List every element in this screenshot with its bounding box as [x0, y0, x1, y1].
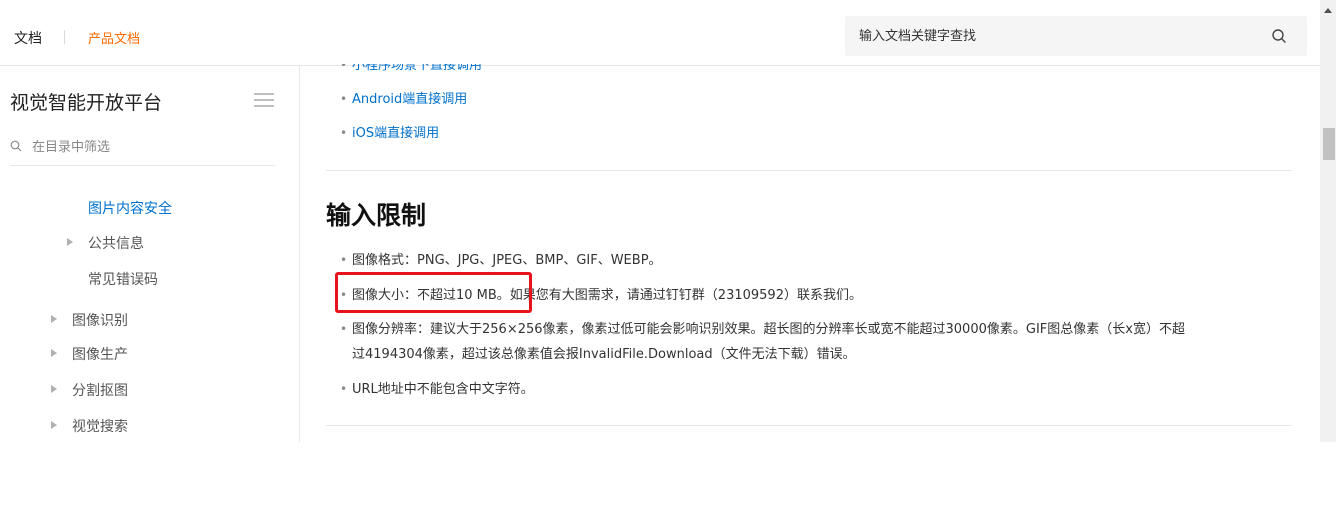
doc-search-input[interactable] — [859, 16, 1259, 56]
bullet-image-format: 图像格式：PNG、JPG、JPEG、BMP、GIF、WEBP。 — [352, 253, 662, 268]
caret-right-icon[interactable] — [51, 385, 57, 393]
list-item: • Android端直接调用 — [340, 92, 468, 107]
page-scrollbar[interactable] — [1320, 0, 1336, 442]
section-title: 输入限制 — [326, 201, 427, 230]
sidebar-title[interactable]: 视觉智能开放平台 — [10, 88, 162, 115]
caret-right-icon[interactable] — [51, 315, 57, 323]
sidebar-item-image-content-security[interactable]: 图片内容安全 — [88, 198, 172, 218]
link-ios-call[interactable]: iOS端直接调用 — [352, 126, 439, 141]
link-android-call[interactable]: Android端直接调用 — [352, 92, 467, 107]
list-item: • 图像分辨率：建议大于256×256像素，像素过低可能会影响识别效果。超长图的分… — [340, 322, 1185, 337]
product-docs-link[interactable]: 产品文档 — [88, 28, 140, 47]
bullet-image-resolution: 图像分辨率：建议大于256×256像素，像素过低可能会影响识别效果。超长图的分辨… — [352, 322, 1185, 337]
sidebar-item-image-recognition[interactable]: 图像识别 — [72, 310, 128, 330]
doc-search-box — [845, 16, 1307, 56]
sidebar-item-visual-search[interactable]: 视觉搜索 — [72, 416, 128, 436]
sidebar-item-segmentation[interactable]: 分割抠图 — [72, 380, 128, 400]
bullet-url-chars: URL地址中不能包含中文字符。 — [352, 382, 534, 397]
list-item: • URL地址中不能包含中文字符。 — [340, 382, 534, 397]
sidebar-filter-input[interactable] — [32, 132, 262, 162]
sidebar: 视觉智能开放平台 图片内容安全 公共信息 常见错误码 图像识别 图像生产 分割抠… — [0, 66, 300, 442]
caret-right-icon[interactable] — [51, 421, 57, 429]
caret-right-icon[interactable] — [67, 238, 73, 246]
sidebar-item-error-codes[interactable]: 常见错误码 — [88, 269, 158, 289]
section-divider — [326, 425, 1292, 426]
scrollbar-thumb[interactable] — [1323, 128, 1335, 160]
docs-brand-link[interactable]: 文档 — [14, 28, 42, 48]
search-icon — [10, 140, 22, 152]
menu-icon[interactable] — [254, 92, 274, 108]
topbar-divider — [64, 30, 65, 44]
top-bar: 文档 产品文档 — [0, 0, 1320, 66]
list-item-continuation: 过4194304像素，超过该总像素值会报InvalidFile.Download… — [352, 342, 856, 368]
caret-right-icon[interactable] — [51, 349, 57, 357]
highlight-annotation-box — [335, 272, 532, 313]
list-item: • iOS端直接调用 — [340, 126, 440, 141]
search-icon[interactable] — [1271, 28, 1287, 44]
scroll-up-arrow-icon[interactable] — [1324, 8, 1332, 13]
section-divider — [326, 170, 1292, 171]
sidebar-filter — [10, 132, 275, 166]
list-item: • 图像格式：PNG、JPG、JPEG、BMP、GIF、WEBP。 — [340, 253, 662, 268]
bullet-image-resolution-cont: 过4194304像素，超过该总像素值会报InvalidFile.Download… — [352, 347, 856, 362]
sidebar-item-public-info[interactable]: 公共信息 — [88, 233, 144, 253]
sidebar-item-image-production[interactable]: 图像生产 — [72, 344, 128, 364]
